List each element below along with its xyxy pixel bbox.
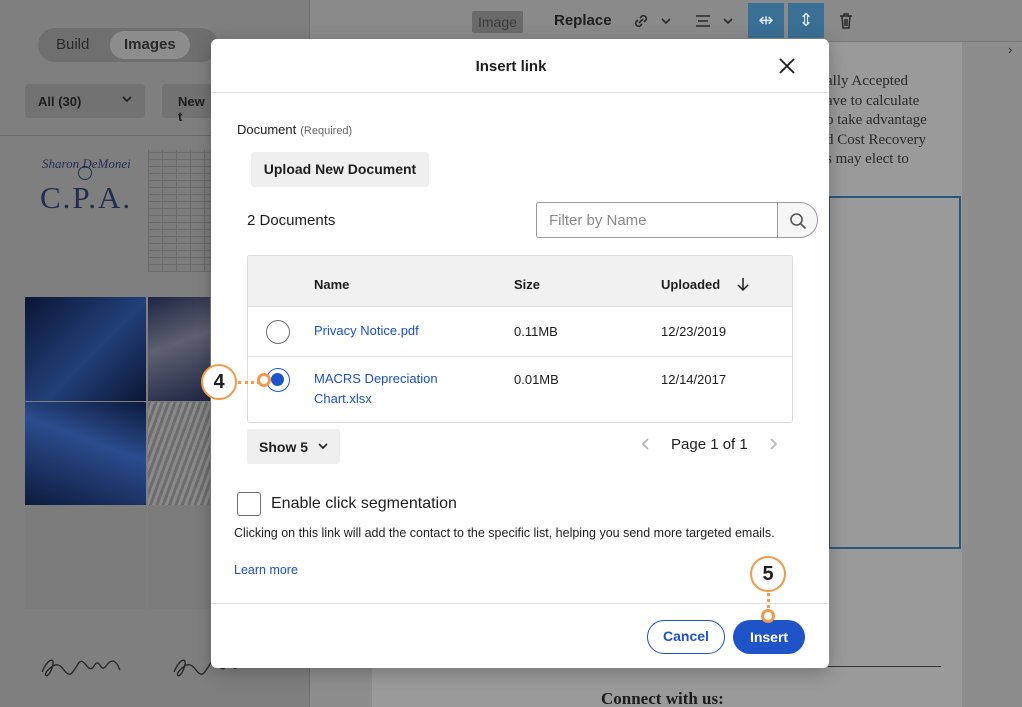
dialog-footer-divider [211, 603, 829, 604]
cancel-button[interactable]: Cancel [647, 620, 725, 654]
image-thumbnail[interactable] [25, 402, 146, 506]
dialog-header: Insert link [211, 39, 829, 93]
document-uploaded: 12/23/2019 [661, 324, 727, 339]
fit-height-icon[interactable]: ⇕ [788, 3, 824, 38]
filter-by-name-input[interactable] [536, 202, 778, 238]
chevron-right-icon[interactable]: › [1008, 42, 1012, 57]
column-uploaded[interactable]: Uploaded [661, 277, 720, 292]
pagination-text: Page 1 of 1 [671, 436, 748, 453]
close-icon[interactable] [775, 54, 799, 78]
trash-icon[interactable] [837, 11, 855, 31]
text-line: ally Accepted [826, 73, 909, 89]
signature-thumbnail[interactable] [36, 650, 136, 684]
search-button[interactable] [777, 202, 818, 238]
fit-width-icon[interactable]: ⇹ [748, 3, 784, 38]
logo-coin-icon [78, 166, 92, 180]
logo-text: C.P.A. [40, 180, 133, 215]
image-filter-label: All (30) [38, 94, 82, 109]
row-radio[interactable] [266, 320, 290, 344]
page-size-label: Show 5 [259, 439, 309, 455]
documents-count: 2 Documents [247, 212, 336, 229]
document-name-link[interactable]: MACRS Depreciation Chart.xlsx [314, 369, 484, 409]
documents-table: Name Size Uploaded Privacy Notice.pdf 0.… [247, 255, 793, 423]
email-body-text: ally Accepted ave to calculate o take ad… [826, 72, 927, 170]
image-thumbnail[interactable] [148, 505, 210, 609]
segmentation-checkbox[interactable] [237, 492, 261, 516]
text-line: s may elect to [826, 151, 909, 167]
chevron-left-icon[interactable] [641, 437, 651, 451]
image-thumbnail[interactable] [148, 402, 210, 506]
step-callout: 5 [750, 556, 786, 592]
align-icon[interactable] [694, 13, 712, 29]
chevron-down-icon[interactable] [660, 16, 672, 26]
spreadsheet-thumbnail[interactable] [148, 150, 212, 272]
link-icon[interactable] [632, 12, 650, 30]
text-line: ave to calculate [826, 92, 920, 109]
chevron-down-icon [122, 96, 132, 103]
insert-link-dialog: Insert link Document (Required) Upload Ne… [211, 39, 829, 668]
image-filter-dropdown[interactable]: All (30) [25, 84, 145, 118]
chevron-down-icon[interactable] [722, 16, 734, 26]
tab-images[interactable]: Images [110, 31, 190, 59]
required-label: (Required) [300, 125, 353, 137]
tab-build[interactable]: Build [42, 31, 103, 59]
upload-document-button[interactable]: Upload New Document [251, 152, 429, 187]
text-line: o take advantage [826, 112, 927, 128]
sort-down-icon[interactable] [736, 276, 750, 292]
document-label-text: Document [237, 122, 297, 137]
insert-button[interactable]: Insert [733, 620, 805, 654]
panel-tabs: Build Images [38, 28, 218, 62]
callout-target [761, 609, 775, 623]
connect-heading: Connect with us: [601, 689, 724, 707]
search-icon [790, 213, 807, 230]
document-uploaded: 12/14/2017 [661, 372, 727, 387]
callout-connector [767, 593, 770, 608]
document-label: Document (Required) [237, 122, 352, 137]
replace-button[interactable]: Replace [554, 12, 612, 29]
step-callout: 4 [201, 364, 237, 400]
page-size-dropdown[interactable]: Show 5 [247, 429, 340, 464]
segmentation-help-text: Clicking on this link will add the conta… [234, 526, 775, 540]
image-thumbnail[interactable] [25, 297, 146, 401]
callout-target [257, 373, 271, 387]
filter-search [536, 202, 818, 238]
column-name[interactable]: Name [314, 277, 349, 292]
table-header: Name Size Uploaded [248, 256, 792, 307]
dialog-title: Insert link [475, 58, 547, 75]
text-line: d Cost Recovery [826, 131, 926, 148]
document-size: 0.01MB [514, 372, 559, 387]
image-thumbnail[interactable] [25, 505, 146, 609]
column-size[interactable]: Size [514, 277, 540, 292]
chevron-down-icon [318, 443, 328, 450]
learn-more-link[interactable]: Learn more [234, 563, 298, 577]
table-row[interactable]: Privacy Notice.pdf 0.11MB 12/23/2019 [248, 307, 792, 357]
image-tag: Image [472, 11, 523, 33]
document-size: 0.11MB [514, 324, 558, 339]
document-name-link[interactable]: Privacy Notice.pdf [314, 321, 484, 341]
selected-image-block[interactable] [828, 196, 961, 549]
divider [828, 666, 941, 667]
radio-dot [271, 373, 284, 386]
segmentation-label[interactable]: Enable click segmentation [271, 495, 457, 513]
table-row[interactable]: MACRS Depreciation Chart.xlsx 0.01MB 12/… [248, 357, 792, 423]
chevron-right-icon[interactable] [768, 437, 778, 451]
